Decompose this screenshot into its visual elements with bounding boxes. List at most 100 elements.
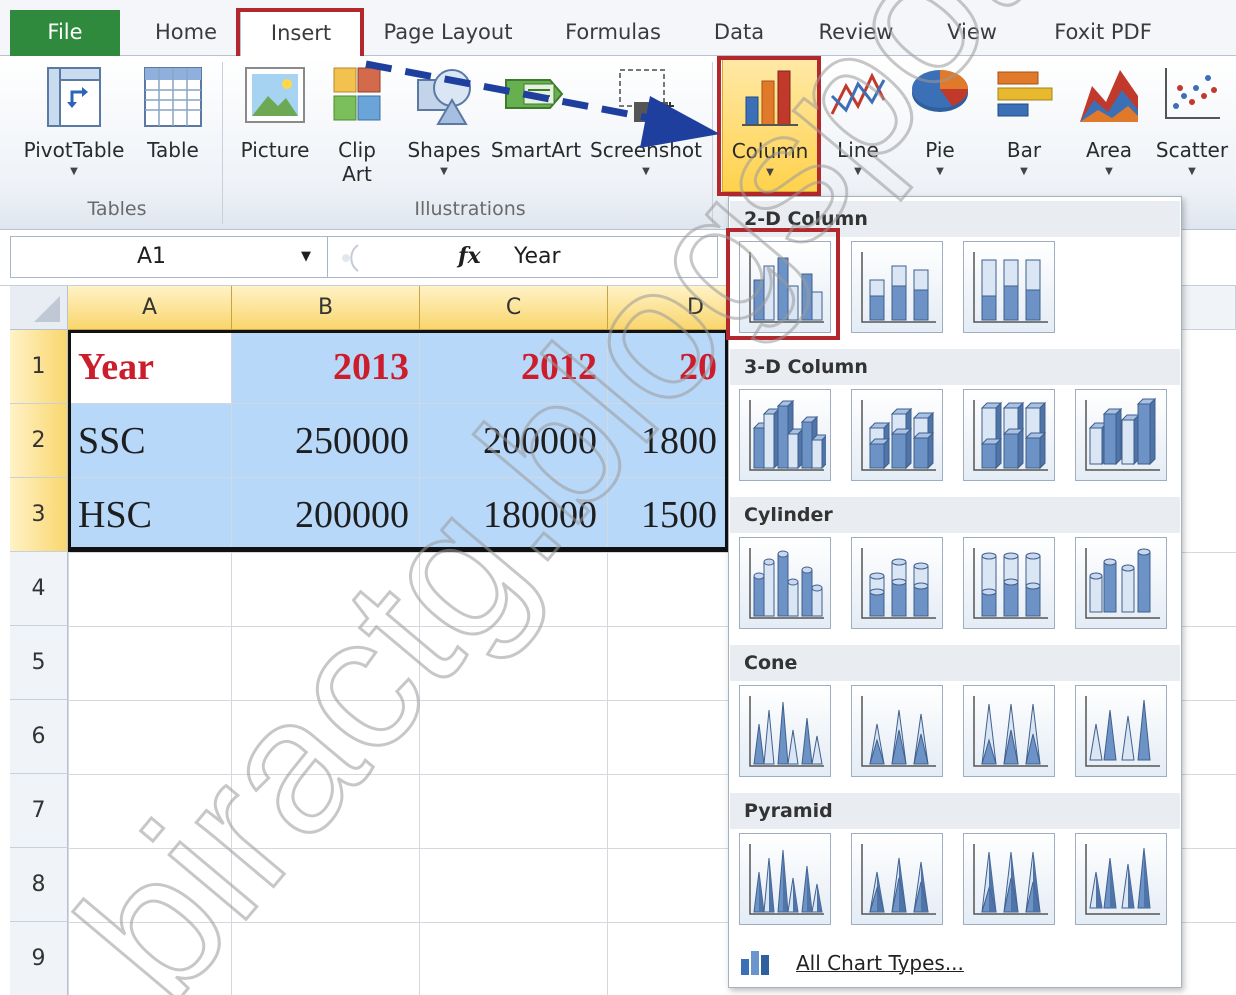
- row-header-3[interactable]: 3: [10, 478, 68, 552]
- all-chart-types-link[interactable]: All Chart Types...: [729, 937, 1181, 987]
- formula-input-area[interactable]: fx Year: [328, 236, 718, 278]
- smartart-icon: [505, 79, 564, 109]
- area-chart-icon: [1080, 70, 1138, 122]
- row-header-7[interactable]: 7: [10, 774, 68, 848]
- cell-c3[interactable]: 180000: [420, 478, 608, 552]
- tab-foxit-pdf[interactable]: Foxit PDF: [1046, 14, 1160, 56]
- chart-thumb-pyr-clustered[interactable]: [739, 833, 831, 925]
- section-cylinder: Cylinder: [730, 497, 1180, 533]
- section-pyramid: Pyramid: [730, 793, 1180, 829]
- row-header-4[interactable]: 4: [10, 552, 68, 626]
- name-box[interactable]: A1 ▼: [10, 236, 328, 278]
- chart-thumb-pyr-percent-stacked[interactable]: [963, 833, 1055, 925]
- cell-b3[interactable]: 200000: [232, 478, 420, 552]
- line-chart-button[interactable]: Line ▼: [822, 56, 894, 192]
- cell-c1[interactable]: 2012: [420, 330, 608, 404]
- section-cone: Cone: [730, 645, 1180, 681]
- chart-thumb-2d-stacked[interactable]: [851, 241, 943, 333]
- cell-a2[interactable]: SSC: [68, 404, 232, 478]
- chart-thumb-cyl-stacked[interactable]: [851, 537, 943, 629]
- chart-thumb-pyr-column[interactable]: [1075, 833, 1167, 925]
- clip-art-button[interactable]: Clip Art: [322, 56, 392, 192]
- all-chart-types-label: All Chart Types...: [796, 951, 964, 975]
- picture-button[interactable]: Picture: [232, 56, 318, 192]
- tab-page-layout[interactable]: Page Layout: [378, 14, 518, 56]
- cone-percent-stacked-icon: [973, 696, 1048, 767]
- cell-b1[interactable]: 2013: [232, 330, 420, 404]
- cell-d3[interactable]: 1500: [608, 478, 728, 552]
- row-header-6[interactable]: 6: [10, 700, 68, 774]
- chart-thumb-cone-percent-stacked[interactable]: [963, 685, 1055, 777]
- fx-icon[interactable]: fx: [458, 243, 481, 269]
- smartart-button[interactable]: SmartArt: [488, 56, 584, 192]
- clip-art-label: Clip Art: [322, 138, 392, 186]
- chart-thumb-cone-column[interactable]: [1075, 685, 1167, 777]
- tab-formulas[interactable]: Formulas: [556, 14, 670, 56]
- cyl-column-icon: [1085, 548, 1160, 619]
- cell-d1[interactable]: 20: [608, 330, 728, 404]
- select-all-corner[interactable]: [10, 286, 68, 330]
- row-header-8[interactable]: 8: [10, 848, 68, 922]
- chevron-down-icon: ▼: [440, 166, 448, 177]
- chart-thumb-2d-clustered[interactable]: [739, 241, 831, 333]
- cell-a1[interactable]: Year: [68, 330, 232, 404]
- column-header-a[interactable]: A: [68, 286, 232, 330]
- tab-view[interactable]: View: [936, 14, 1008, 56]
- row-header-5[interactable]: 5: [10, 626, 68, 700]
- chart-thumb-3d-stacked[interactable]: [851, 389, 943, 481]
- tab-review[interactable]: Review: [808, 14, 904, 56]
- row-header-9[interactable]: 9: [10, 922, 68, 995]
- chart-thumb-cyl-percent-stacked[interactable]: [963, 537, 1055, 629]
- cell-b2[interactable]: 250000: [232, 404, 420, 478]
- cell-c2[interactable]: 200000: [420, 404, 608, 478]
- pivottable-button[interactable]: PivotTable ▼: [14, 56, 134, 192]
- row-header-1[interactable]: 1: [10, 330, 68, 404]
- column-header-c[interactable]: C: [420, 286, 608, 330]
- chart-thumb-3d-clustered[interactable]: [739, 389, 831, 481]
- chevron-down-icon: ▼: [1020, 166, 1028, 177]
- column-chart-button[interactable]: Column ▼: [722, 56, 818, 192]
- cone-column-icon: [1085, 696, 1160, 767]
- cone-clustered-icon: [749, 696, 824, 767]
- chevron-down-icon[interactable]: ▼: [301, 249, 311, 264]
- picture-icon: [245, 67, 305, 123]
- chart-thumb-cyl-clustered[interactable]: [739, 537, 831, 629]
- row-header-2[interactable]: 2: [10, 404, 68, 478]
- chart-thumb-cyl-column[interactable]: [1075, 537, 1167, 629]
- cone-stacked-icon: [861, 696, 936, 767]
- cell-d2[interactable]: 1800: [608, 404, 728, 478]
- section-3d-column: 3-D Column: [730, 349, 1180, 385]
- chevron-down-icon: ▼: [1105, 166, 1113, 177]
- section-2d-column: 2-D Column: [730, 201, 1180, 237]
- chart-thumb-2d-percent-stacked[interactable]: [963, 241, 1055, 333]
- chart-thumb-3d-column[interactable]: [1075, 389, 1167, 481]
- screenshot-button[interactable]: Screenshot ▼: [586, 56, 706, 192]
- bar-chart-button[interactable]: Bar ▼: [988, 56, 1060, 192]
- tab-insert[interactable]: Insert: [240, 10, 362, 57]
- pie-chart-button[interactable]: Pie ▼: [902, 56, 978, 192]
- area-chart-button[interactable]: Area ▼: [1070, 56, 1148, 192]
- scatter-chart-button[interactable]: Scatter ▼: [1152, 56, 1232, 192]
- pyr-column-icon: [1085, 844, 1160, 915]
- table-label: Table: [147, 138, 199, 162]
- cyl-percent-stacked-icon: [973, 548, 1048, 619]
- shapes-button[interactable]: Shapes ▼: [402, 56, 486, 192]
- group-separator: [712, 62, 713, 224]
- column-chart-icon: [742, 70, 798, 126]
- chart-thumb-cone-clustered[interactable]: [739, 685, 831, 777]
- expand-formula-icon[interactable]: [330, 241, 364, 275]
- chart-thumb-pyr-stacked[interactable]: [851, 833, 943, 925]
- formula-value[interactable]: Year: [514, 244, 561, 269]
- tab-home[interactable]: Home: [140, 14, 232, 56]
- chart-thumb-3d-percent-stacked[interactable]: [963, 389, 1055, 481]
- shapes-label: Shapes: [407, 138, 481, 162]
- tab-file[interactable]: File: [10, 10, 120, 56]
- pyr-stacked-icon: [861, 844, 936, 915]
- table-button[interactable]: Table: [138, 56, 208, 192]
- column-header-b[interactable]: B: [232, 286, 420, 330]
- cell-a3[interactable]: HSC: [68, 478, 232, 552]
- clip-art-label-line2: Art: [342, 162, 372, 186]
- clip-art-label-line1: Clip: [338, 138, 376, 162]
- chart-thumb-cone-stacked[interactable]: [851, 685, 943, 777]
- tab-data[interactable]: Data: [706, 14, 772, 56]
